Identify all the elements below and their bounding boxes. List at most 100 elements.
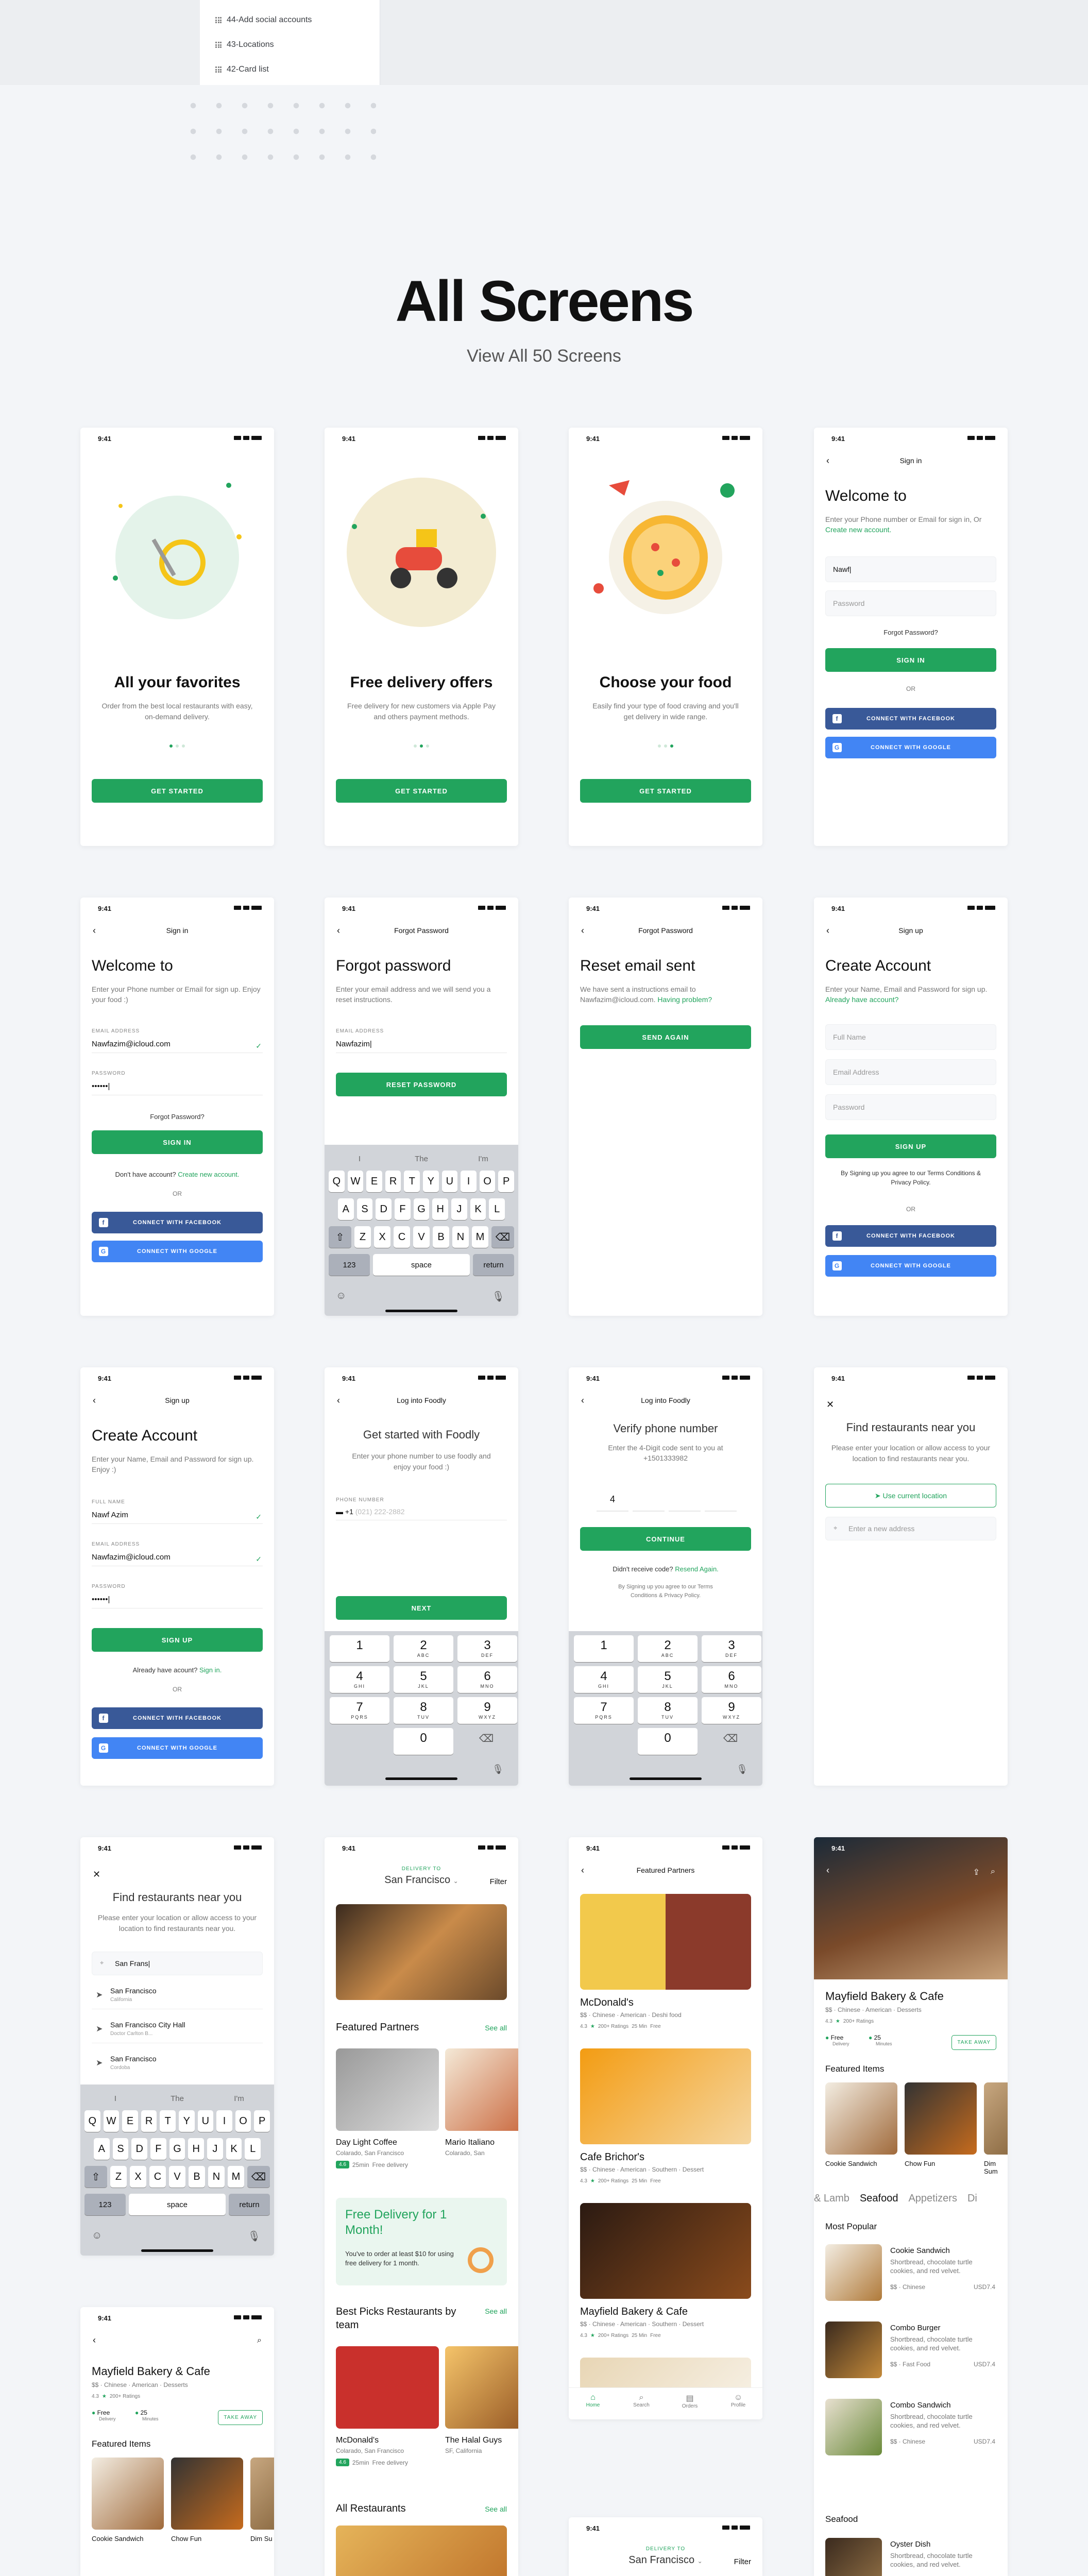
key[interactable]: Y xyxy=(179,2110,195,2132)
numpad-key[interactable]: 1 xyxy=(330,1635,389,1662)
numpad-key[interactable]: 6 MNO xyxy=(702,1666,761,1693)
key[interactable]: T xyxy=(404,1171,420,1192)
partner-image[interactable] xyxy=(445,2048,518,2131)
see-all-link[interactable]: See all xyxy=(485,2024,507,2032)
key[interactable]: I xyxy=(216,2110,232,2132)
menu-item[interactable]: Cookie Sandwich Shortbread, chocolate tur… xyxy=(825,2244,1008,2321)
numpad-key[interactable]: 3 DEF xyxy=(702,1635,761,1662)
facebook-button[interactable]: f CONNECT WITH FACEBOOK xyxy=(825,1225,996,1247)
key[interactable]: W xyxy=(103,2110,120,2132)
key[interactable]: Q xyxy=(84,2110,100,2132)
layer-item[interactable]: 43-Locations xyxy=(215,40,274,49)
key[interactable]: K xyxy=(226,2138,242,2160)
item-image[interactable] xyxy=(92,2458,164,2530)
key[interactable]: V xyxy=(169,2166,185,2188)
reset-password-button[interactable]: RESET PASSWORD xyxy=(336,1073,507,1096)
key[interactable]: D xyxy=(376,1198,392,1220)
numpad-key[interactable]: 8 TUV xyxy=(638,1697,698,1724)
key[interactable]: V xyxy=(413,1226,430,1248)
numpad-key[interactable]: 5 JKL xyxy=(638,1666,698,1693)
key[interactable]: J xyxy=(451,1198,467,1220)
tab-category[interactable]: & Lamb xyxy=(814,2193,849,2205)
key[interactable]: Z xyxy=(110,2166,127,2188)
search-icon[interactable]: ⌕ xyxy=(991,1867,995,1876)
phone-field[interactable]: ▬ +1 (021) 222-2882 xyxy=(336,1507,507,1520)
hero-food-image[interactable] xyxy=(336,1904,507,2000)
back-icon[interactable]: ‹ xyxy=(93,2335,96,2346)
mic-icon[interactable]: 🎙︎ xyxy=(736,1764,748,1775)
key[interactable]: P xyxy=(254,2110,270,2132)
suggestion[interactable]: I xyxy=(329,1148,390,1170)
forgot-password-link[interactable]: Forgot Password? xyxy=(814,629,1008,636)
key[interactable]: L xyxy=(245,2138,261,2160)
key[interactable]: B xyxy=(433,1226,449,1248)
having-problem-link[interactable]: Having problem? xyxy=(657,995,712,1004)
key[interactable]: S xyxy=(112,2138,129,2160)
key[interactable]: U xyxy=(441,1171,458,1192)
facebook-button[interactable]: f CONNECT WITH FACEBOOK xyxy=(92,1212,263,1233)
tab-home[interactable]: ⌂ Home xyxy=(569,2388,617,2419)
suggestion[interactable]: I'm xyxy=(452,1148,514,1170)
see-all-link[interactable]: See all xyxy=(485,2307,507,2315)
city-selector[interactable]: San Francisco ⌄ xyxy=(325,1874,518,1886)
otp-digit[interactable] xyxy=(669,1486,701,1512)
key[interactable]: G xyxy=(169,2138,185,2160)
name-field[interactable]: Nawf Azim xyxy=(92,1511,263,1524)
key[interactable]: Z xyxy=(354,1226,371,1248)
location-search-input[interactable]: San Frans| xyxy=(92,1952,263,1975)
partner-image[interactable] xyxy=(336,2048,439,2131)
email-field[interactable]: Nawfazim@icloud.com xyxy=(92,1553,263,1566)
otp-digit[interactable] xyxy=(633,1486,665,1512)
restaurant-image[interactable] xyxy=(580,2203,751,2299)
numpad-key[interactable]: 2 ABC xyxy=(394,1635,453,1662)
backspace-key[interactable]: ⌫ xyxy=(247,2166,270,2188)
password-field[interactable]: Password xyxy=(825,590,996,616)
search-icon[interactable]: ⌕ xyxy=(257,2336,262,2345)
otp-digit[interactable] xyxy=(705,1486,737,1512)
email-field[interactable]: Nawfazim@icloud.com xyxy=(92,1040,263,1053)
key[interactable]: R xyxy=(141,2110,157,2132)
layer-item[interactable]: 44-Add social accounts xyxy=(215,15,312,25)
next-button[interactable]: NEXT xyxy=(336,1596,507,1620)
tab-seafood[interactable]: Seafood xyxy=(860,2193,898,2205)
share-icon[interactable]: ⇪ xyxy=(973,1867,980,1877)
suggestion[interactable]: I xyxy=(84,2088,146,2109)
menu-item[interactable]: Combo Burger Shortbread, chocolate turtle… xyxy=(825,2321,1008,2399)
get-started-button[interactable]: GET STARTED xyxy=(336,779,507,803)
signin-button[interactable]: SIGN IN xyxy=(825,648,996,672)
result-item[interactable]: ➤ San Francisco California xyxy=(92,1987,263,2009)
tab-appetizers[interactable]: Appetizers xyxy=(908,2193,957,2205)
numbers-key[interactable]: 123 xyxy=(329,1254,370,1276)
key[interactable]: O xyxy=(479,1171,496,1192)
key[interactable]: F xyxy=(150,2138,166,2160)
close-icon[interactable]: ✕ xyxy=(93,1869,100,1880)
numpad-key[interactable]: 4 GHI xyxy=(330,1666,389,1693)
filter-button[interactable]: Filter xyxy=(490,1877,507,1886)
restaurant-image[interactable] xyxy=(336,2526,507,2576)
signin-link[interactable]: Already have account? xyxy=(825,995,898,1004)
key[interactable]: W xyxy=(347,1171,364,1192)
facebook-button[interactable]: f CONNECT WITH FACEBOOK xyxy=(92,1707,263,1729)
password-field[interactable]: ••••••| xyxy=(92,1082,263,1095)
create-account-link[interactable]: Create new account. xyxy=(825,526,891,534)
password-field[interactable]: ••••••| xyxy=(92,1595,263,1608)
email-field[interactable]: Email Address xyxy=(825,1059,996,1085)
item-image[interactable] xyxy=(171,2458,243,2530)
key[interactable]: N xyxy=(452,1226,469,1248)
key[interactable]: E xyxy=(366,1171,382,1192)
key[interactable]: N xyxy=(208,2166,225,2188)
key[interactable]: C xyxy=(149,2166,166,2188)
restaurant-image[interactable] xyxy=(336,2346,439,2429)
backspace-icon[interactable]: ⌫ xyxy=(723,1732,738,1745)
numpad-key[interactable]: 4 GHI xyxy=(574,1666,634,1693)
signup-button[interactable]: SIGN UP xyxy=(825,1134,996,1158)
key[interactable]: L xyxy=(489,1198,505,1220)
send-again-button[interactable]: SEND AGAIN xyxy=(580,1025,751,1049)
numpad-key[interactable]: 7 PQRS xyxy=(330,1697,389,1724)
restaurant-image[interactable] xyxy=(445,2346,518,2429)
numpad-key[interactable]: 9 WXYZ xyxy=(702,1697,761,1724)
emoji-icon[interactable]: ☺ xyxy=(92,2230,102,2242)
key[interactable]: F xyxy=(395,1198,411,1220)
mic-icon[interactable]: 🎙︎ xyxy=(492,1764,504,1775)
suggestion[interactable]: I'm xyxy=(208,2088,270,2109)
